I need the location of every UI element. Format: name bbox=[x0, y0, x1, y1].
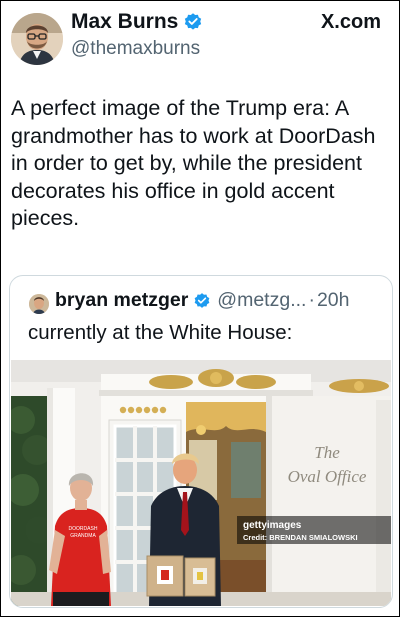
separator-dot: · bbox=[308, 289, 315, 311]
author-avatar[interactable] bbox=[11, 13, 63, 65]
quoted-author-avatar[interactable] bbox=[29, 294, 49, 314]
post-card: Max Burns @themaxburns X.com A perfect i… bbox=[0, 0, 400, 617]
takeout-bags bbox=[146, 555, 216, 597]
shirt-text-line2: GRANDMA bbox=[70, 533, 96, 539]
author-name-row[interactable]: Max Burns bbox=[71, 10, 203, 34]
verified-badge-icon bbox=[183, 12, 203, 32]
quoted-author-name[interactable]: bryan metzger bbox=[55, 289, 188, 312]
author-handle[interactable]: @themaxburns bbox=[71, 38, 200, 60]
quoted-post-text: currently at the White House: bbox=[28, 321, 293, 344]
oval-office-sign-line1: The bbox=[314, 443, 340, 462]
oval-office-sign-line2: Oval Office bbox=[288, 467, 367, 486]
watermark-credit: Credit: BRENDAN SMIALOWSKI bbox=[243, 533, 358, 542]
quoted-post-time[interactable]: 20h bbox=[317, 289, 350, 312]
quoted-author-handle[interactable]: @metzg... bbox=[217, 289, 306, 312]
x-logo-icon: X.com bbox=[321, 11, 381, 34]
quoted-post-header: bryan metzger @metzg... · 20h bbox=[55, 289, 350, 312]
shirt-text-line1: DOORDASH bbox=[69, 526, 98, 532]
post-text: A perfect image of the Trump era: A gran… bbox=[11, 96, 376, 230]
author-name[interactable]: Max Burns bbox=[71, 10, 178, 34]
verified-badge-icon bbox=[193, 292, 211, 310]
quoted-post[interactable]: bryan metzger @metzg... · 20h currently … bbox=[9, 275, 393, 608]
watermark-brand: gettyimages bbox=[243, 520, 302, 531]
quoted-post-photo[interactable]: The Oval Office DOORDASH GRANDMA gettyim… bbox=[11, 360, 391, 606]
site-label: X.com bbox=[320, 11, 381, 33]
